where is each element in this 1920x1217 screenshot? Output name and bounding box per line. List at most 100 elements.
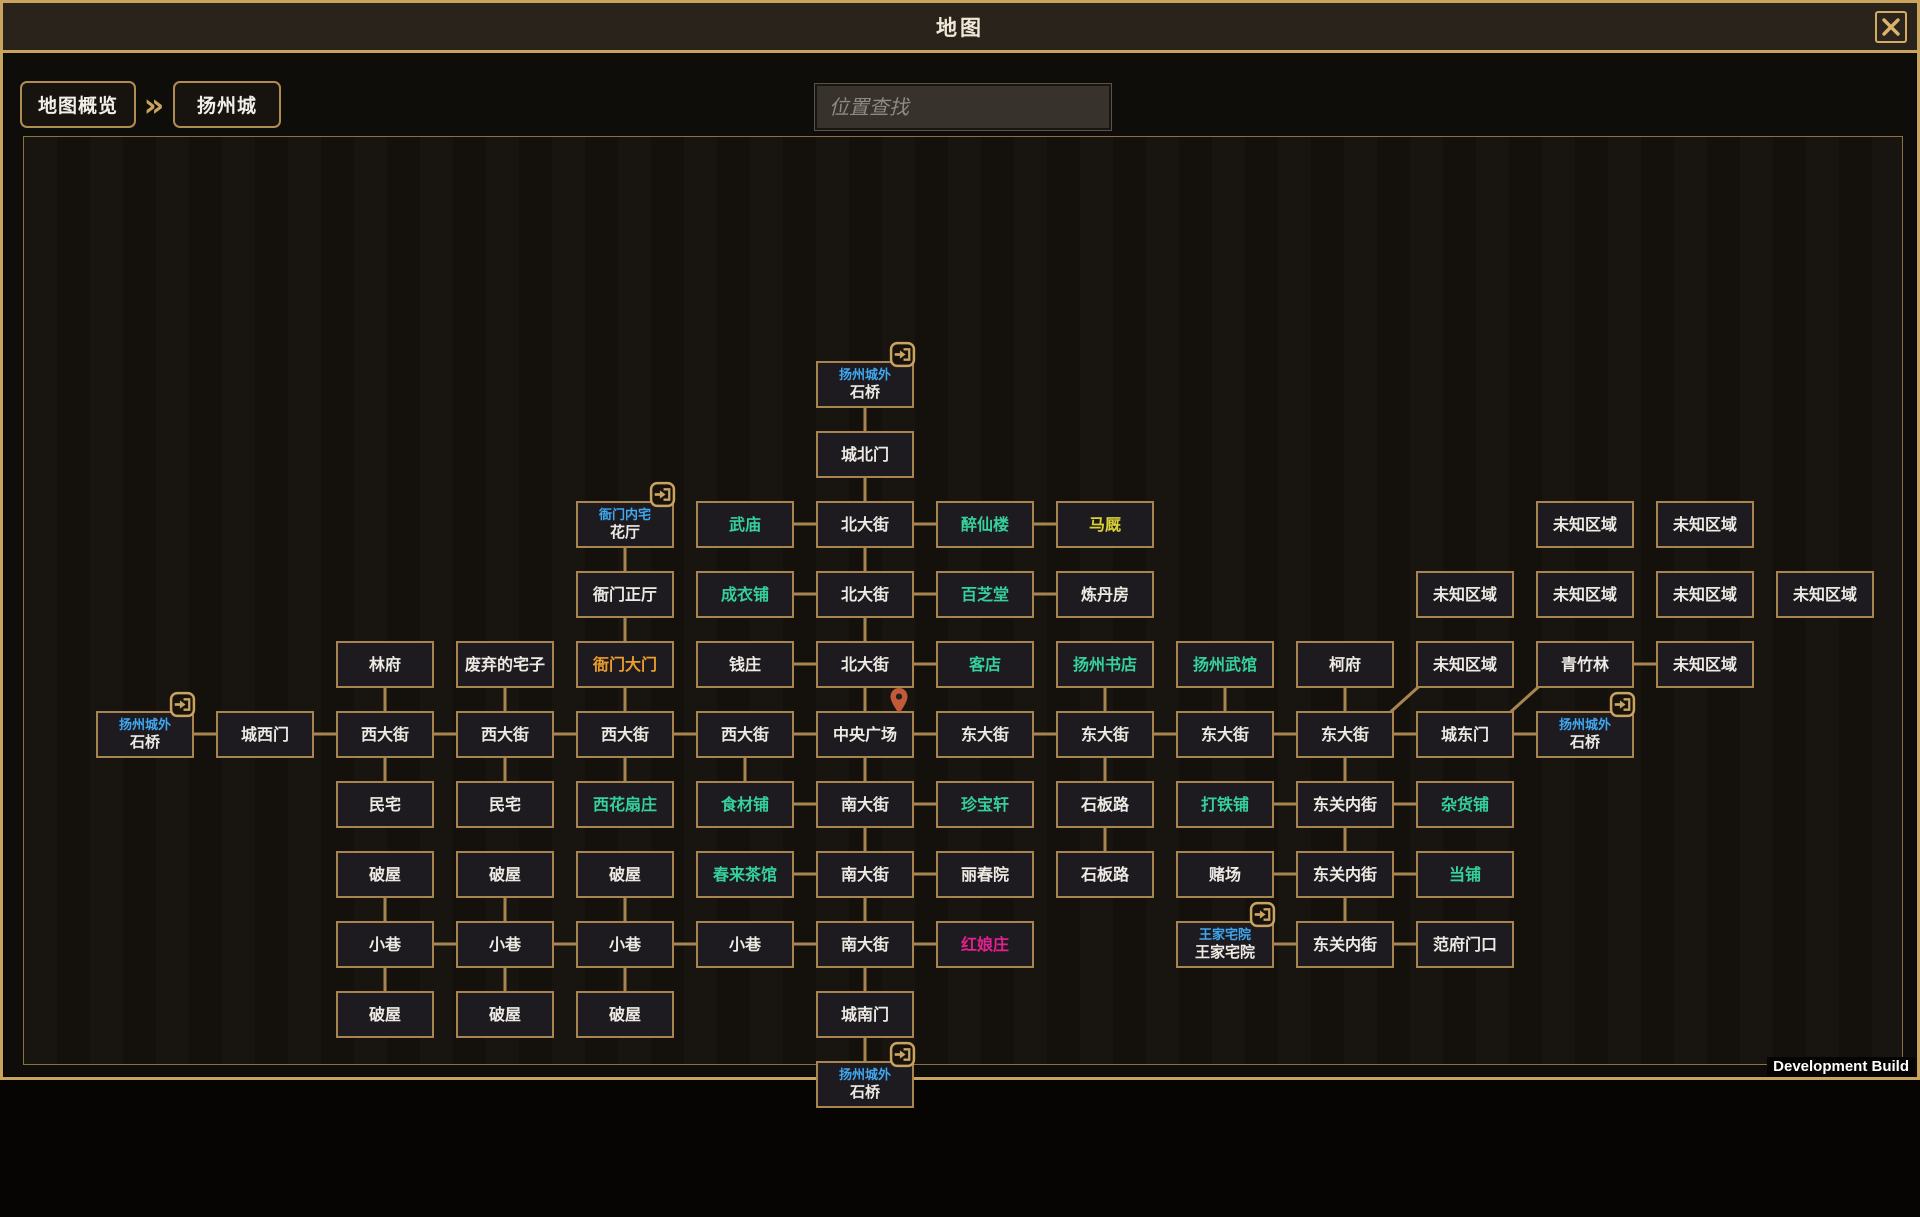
map-node-east-st-1[interactable]: 东大街: [936, 711, 1034, 758]
map-node-house-2[interactable]: 民宅: [456, 781, 554, 828]
map-node-blacksmith[interactable]: 打铁铺: [1176, 781, 1274, 828]
exit-icon[interactable]: [1609, 691, 1636, 718]
map-node-south-st-1[interactable]: 南大街: [816, 781, 914, 828]
map-node-alchemy-room[interactable]: 炼丹房: [1056, 571, 1154, 618]
map-node-south-st-3[interactable]: 南大街: [816, 921, 914, 968]
node-label: 柯府: [1329, 655, 1361, 674]
map-node-wu-temple[interactable]: 武庙: [696, 501, 794, 548]
map-node-zuixian-tower[interactable]: 醉仙楼: [936, 501, 1034, 548]
node-label: 破屋: [609, 1005, 641, 1024]
node-region-label: 扬州城外: [119, 718, 171, 733]
map-node-bamboo-grove[interactable]: 青竹林: [1536, 641, 1634, 688]
breadcrumb-map-overview-button[interactable]: 地图概览: [20, 81, 136, 128]
map-node-lichun-house[interactable]: 丽春院: [936, 851, 1034, 898]
map-node-unknown-4[interactable]: 未知区域: [1536, 571, 1634, 618]
map-node-east-st-2[interactable]: 东大街: [1056, 711, 1154, 758]
map-node-south-st-2[interactable]: 南大街: [816, 851, 914, 898]
map-node-wang-residence[interactable]: 王家宅院王家宅院: [1176, 921, 1274, 968]
map-node-yamen-main-hall[interactable]: 衙门正厅: [576, 571, 674, 618]
map-node-north-st-3[interactable]: 北大街: [816, 641, 914, 688]
node-label: 青竹林: [1561, 655, 1609, 674]
map-node-central-plaza[interactable]: 中央广场: [816, 711, 914, 758]
map-node-west-st-2[interactable]: 西大街: [456, 711, 554, 758]
map-node-south-gate[interactable]: 城南门: [816, 991, 914, 1038]
map-node-bookstore[interactable]: 扬州书店: [1056, 641, 1154, 688]
map-node-yamen-gate[interactable]: 衙门大门: [576, 641, 674, 688]
map-node-dongguan-st-2[interactable]: 东关内街: [1296, 851, 1394, 898]
map-node-west-st-3[interactable]: 西大街: [576, 711, 674, 758]
map-node-unknown-3[interactable]: 未知区域: [1416, 571, 1514, 618]
map-node-bridge-east[interactable]: 扬州城外石桥: [1536, 711, 1634, 758]
map-node-north-gate[interactable]: 城北门: [816, 431, 914, 478]
map-node-unknown-6[interactable]: 未知区域: [1776, 571, 1874, 618]
map-node-east-st-4[interactable]: 东大街: [1296, 711, 1394, 758]
node-label: 破屋: [609, 865, 641, 884]
map-node-bridge-west[interactable]: 扬州城外石桥: [96, 711, 194, 758]
exit-icon[interactable]: [649, 481, 676, 508]
map-node-food-shop[interactable]: 食材铺: [696, 781, 794, 828]
map-node-west-st-1[interactable]: 西大街: [336, 711, 434, 758]
map-node-unknown-2[interactable]: 未知区域: [1656, 501, 1754, 548]
node-label: 东大街: [1321, 725, 1369, 744]
exit-icon[interactable]: [889, 341, 916, 368]
map-node-hongniang-manor[interactable]: 红娘庄: [936, 921, 1034, 968]
map-node-alley-1[interactable]: 小巷: [336, 921, 434, 968]
map-node-clothes-shop[interactable]: 成衣铺: [696, 571, 794, 618]
map-node-teahouse[interactable]: 春来茶馆: [696, 851, 794, 898]
map-node-unknown-7[interactable]: 未知区域: [1416, 641, 1514, 688]
map-node-lin-manor[interactable]: 林府: [336, 641, 434, 688]
map-node-martial-school[interactable]: 扬州武馆: [1176, 641, 1274, 688]
map-node-fan-shop[interactable]: 西花扇庄: [576, 781, 674, 828]
map-node-grocery[interactable]: 杂货铺: [1416, 781, 1514, 828]
map-node-unknown-8[interactable]: 未知区域: [1656, 641, 1754, 688]
node-label: 南大街: [841, 935, 889, 954]
map-node-dongguan-st-3[interactable]: 东关内街: [1296, 921, 1394, 968]
map-node-abandoned-house[interactable]: 废弃的宅子: [456, 641, 554, 688]
map-node-dongguan-st-1[interactable]: 东关内街: [1296, 781, 1394, 828]
map-node-pawnshop[interactable]: 当铺: [1416, 851, 1514, 898]
map-node-fan-manor-gate[interactable]: 范府门口: [1416, 921, 1514, 968]
map-node-yamen-inner-hall[interactable]: 衙门内宅花厅: [576, 501, 674, 548]
map-node-ke-manor[interactable]: 柯府: [1296, 641, 1394, 688]
exit-icon[interactable]: [169, 691, 196, 718]
map-node-stone-road-1[interactable]: 石板路: [1056, 781, 1154, 828]
map-node-shack-3[interactable]: 破屋: [576, 851, 674, 898]
map-node-alley-2[interactable]: 小巷: [456, 921, 554, 968]
map-node-money-exchange[interactable]: 钱庄: [696, 641, 794, 688]
node-label: 东大街: [1081, 725, 1129, 744]
map-node-north-st-2[interactable]: 北大街: [816, 571, 914, 618]
map-node-stable[interactable]: 马厩: [1056, 501, 1154, 548]
node-label: 东大街: [961, 725, 1009, 744]
map-node-north-st-1[interactable]: 北大街: [816, 501, 914, 548]
map-node-west-st-4[interactable]: 西大街: [696, 711, 794, 758]
map-node-bridge-south[interactable]: 扬州城外石桥: [816, 1061, 914, 1108]
close-button[interactable]: [1875, 11, 1907, 43]
map-node-bridge-north[interactable]: 扬州城外石桥: [816, 361, 914, 408]
node-region-label: 扬州城外: [839, 368, 891, 383]
breadcrumb-current-city-button[interactable]: 扬州城: [173, 81, 281, 128]
map-node-house-1[interactable]: 民宅: [336, 781, 434, 828]
map-node-stone-road-2[interactable]: 石板路: [1056, 851, 1154, 898]
map-node-shack-4[interactable]: 破屋: [336, 991, 434, 1038]
map-node-inn[interactable]: 客店: [936, 641, 1034, 688]
map-node-casino[interactable]: 赌场: [1176, 851, 1274, 898]
map-node-east-st-3[interactable]: 东大街: [1176, 711, 1274, 758]
map-node-shack-1[interactable]: 破屋: [336, 851, 434, 898]
map-node-treasure-shop[interactable]: 珍宝轩: [936, 781, 1034, 828]
map-node-shack-5[interactable]: 破屋: [456, 991, 554, 1038]
exit-icon[interactable]: [1249, 901, 1276, 928]
location-search-input[interactable]: [815, 84, 1111, 130]
map-node-unknown-1[interactable]: 未知区域: [1536, 501, 1634, 548]
map-node-baizhitang[interactable]: 百芝堂: [936, 571, 1034, 618]
map-node-shack-6[interactable]: 破屋: [576, 991, 674, 1038]
map-node-alley-3[interactable]: 小巷: [576, 921, 674, 968]
map-node-alley-4[interactable]: 小巷: [696, 921, 794, 968]
exit-icon[interactable]: [889, 1041, 916, 1068]
node-label: 破屋: [369, 865, 401, 884]
map-node-west-gate[interactable]: 城西门: [216, 711, 314, 758]
map-node-shack-2[interactable]: 破屋: [456, 851, 554, 898]
node-label: 未知区域: [1553, 585, 1617, 604]
map-node-east-gate[interactable]: 城东门: [1416, 711, 1514, 758]
map-node-unknown-5[interactable]: 未知区域: [1656, 571, 1754, 618]
node-label: 石桥: [850, 1083, 880, 1101]
